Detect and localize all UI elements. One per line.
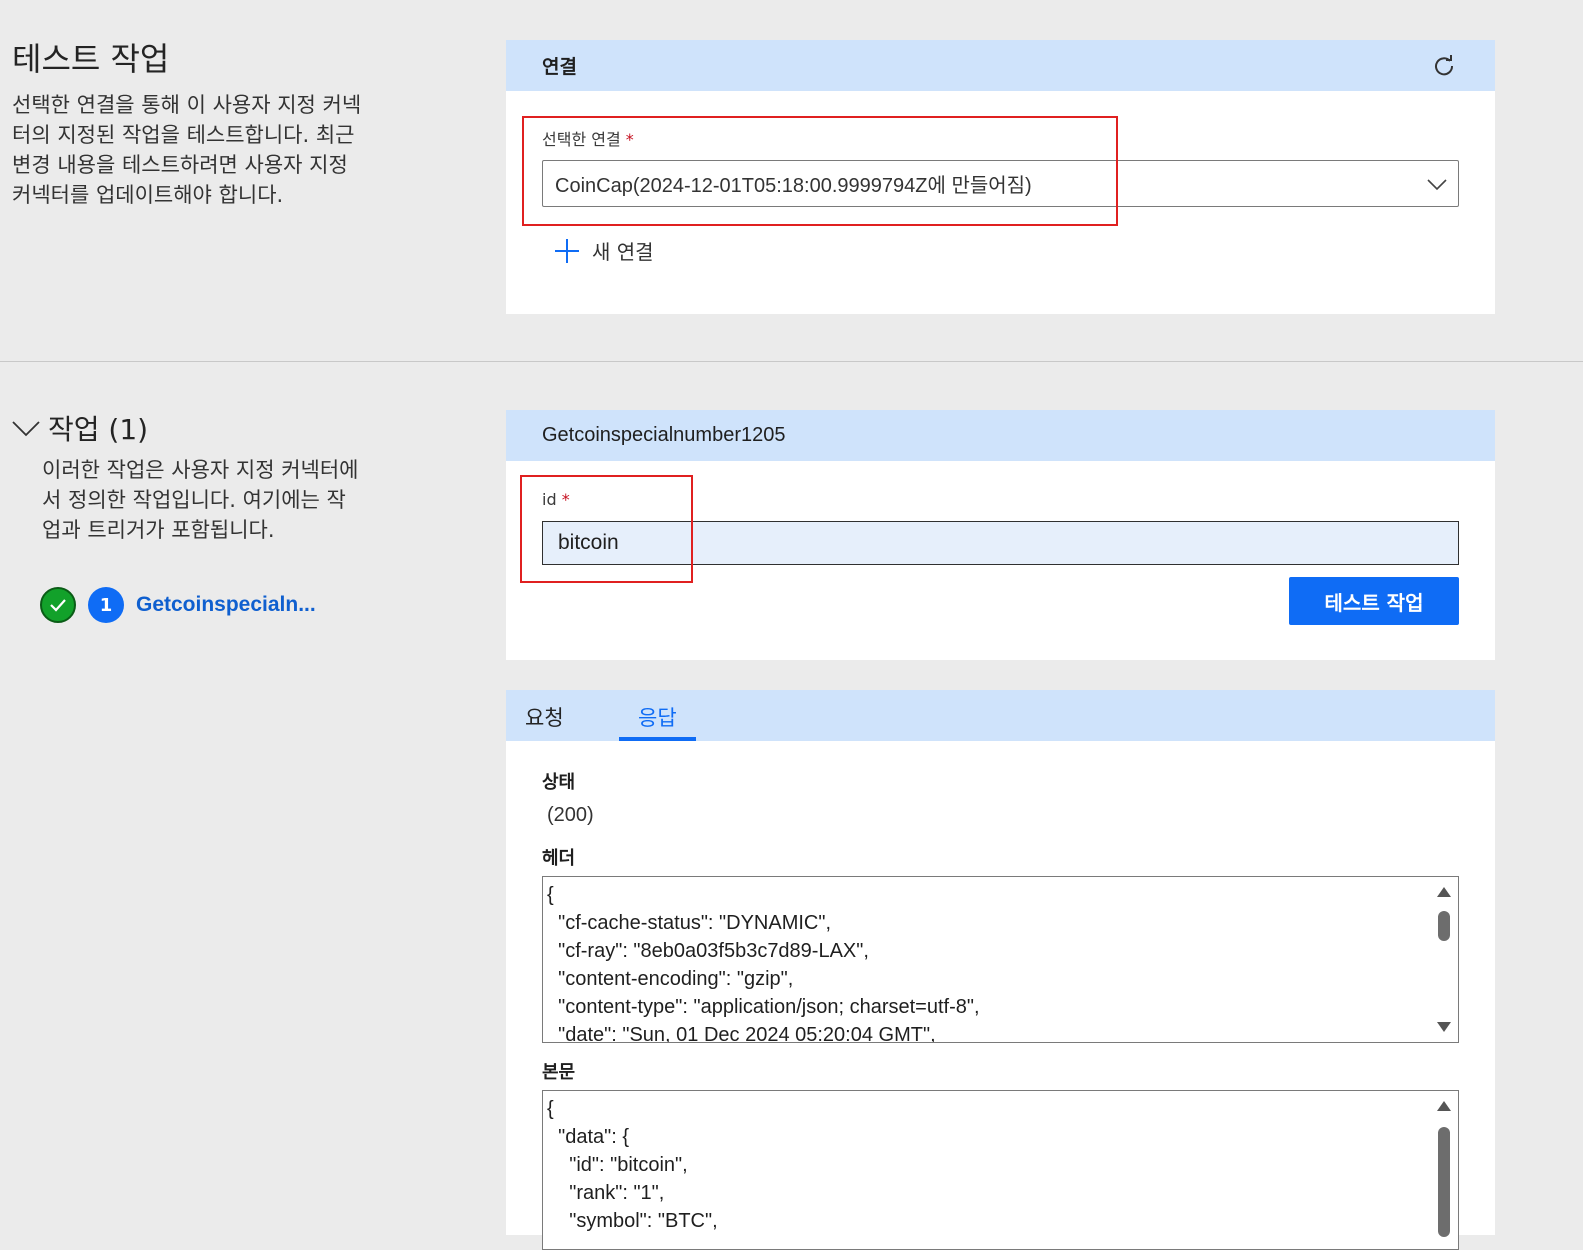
operation-link[interactable]: Getcoinspecialn... [136,593,316,617]
connection-card-title: 연결 [542,56,577,78]
required-mark: * [625,130,634,149]
operations-title: 작업 (1) [48,413,149,446]
headers-text: { "cf-cache-status": "DYNAMIC", "cf-ray"… [547,884,980,1043]
connection-select-value: CoinCap(2024-12-01T05:18:00.9999794Z에 만들… [555,175,1032,197]
new-connection-button[interactable]: 새 연결 [554,236,654,265]
id-label: id * [542,490,570,509]
operation-number-badge: 1 [88,587,124,623]
status-label: 상태 [542,772,576,793]
headers-textbox[interactable]: { "cf-cache-status": "DYNAMIC", "cf-ray"… [542,876,1459,1043]
chevron-down-icon [1426,173,1448,195]
new-connection-label: 새 연결 [592,240,654,264]
selected-connection-label: 선택한 연결 * [542,130,634,149]
status-value: (200) [547,804,594,826]
body-text: { "data": { "id": "bitcoin", "rank": "1"… [547,1098,718,1232]
scroll-up-icon[interactable] [1437,887,1451,897]
required-mark: * [561,490,570,509]
scroll-down-icon[interactable] [1437,1022,1451,1032]
operation-item[interactable]: 1 Getcoinspecialn... [40,587,316,623]
headers-scrollbar[interactable] [1430,877,1458,1042]
refresh-icon[interactable] [1433,54,1455,76]
body-label: 본문 [542,1062,576,1083]
body-scrollbar[interactable] [1430,1091,1458,1249]
chevron-down-icon [12,414,40,442]
scroll-up-icon[interactable] [1437,1101,1451,1111]
operation-card-header: Getcoinspecialnumber1205 [506,410,1495,461]
operations-toggle[interactable]: 작업 (1) [12,408,148,448]
headers-label: 헤더 [542,848,576,869]
section-divider [0,361,1583,362]
page-title: 테스트 작업 [12,40,170,78]
check-icon [40,587,76,623]
tab-request[interactable]: 요청 [525,702,564,732]
operation-card-title: Getcoinspecialnumber1205 [542,424,786,446]
body-textbox[interactable]: { "data": { "id": "bitcoin", "rank": "1"… [542,1090,1459,1250]
connection-card: 연결 선택한 연결 * CoinCap(2024-12-01T05:18:00.… [506,40,1495,314]
active-tab-indicator [619,737,696,741]
operations-description: 이러한 작업은 사용자 지정 커넥터에서 정의한 작업입니다. 여기에는 작업과… [42,458,359,542]
result-card: 요청 응답 상태 (200) 헤더 { "cf-cache-status": "… [506,690,1495,1250]
connection-select[interactable]: CoinCap(2024-12-01T05:18:00.9999794Z에 만들… [542,160,1459,207]
test-description: 선택한 연결을 통해 이 사용자 지정 커넥터의 지정된 작업을 테스트합니다.… [12,93,362,207]
id-input[interactable]: bitcoin [542,521,1459,565]
scroll-thumb[interactable] [1438,1127,1450,1237]
operation-card: Getcoinspecialnumber1205 id * bitcoin 테스… [506,410,1495,660]
result-tabs: 요청 응답 [506,690,1495,741]
connection-card-header: 연결 [506,40,1495,91]
tab-response[interactable]: 응답 [638,702,677,732]
scroll-thumb[interactable] [1438,911,1450,941]
plus-icon [554,238,580,264]
test-operation-button[interactable]: 테스트 작업 [1289,577,1459,625]
